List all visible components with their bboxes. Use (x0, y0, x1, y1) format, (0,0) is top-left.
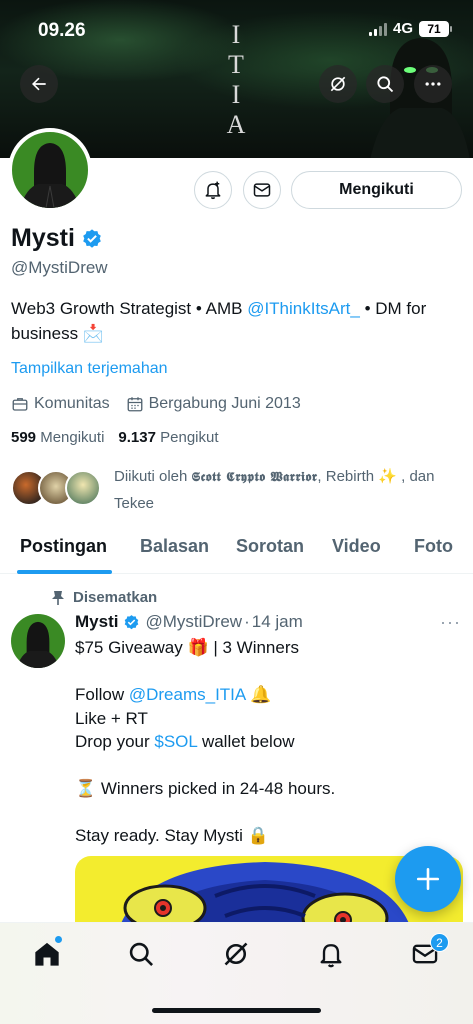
more-options-button[interactable] (414, 65, 452, 103)
followed-by-row[interactable]: Diikuti oleh 𝕾𝖈𝖔𝖙𝖙 𝕮𝖗𝖞𝖕𝖙𝖔 𝖂𝖆𝖗𝖗𝖎𝖔𝖗, Rebir… (11, 464, 466, 517)
search-button[interactable] (366, 65, 404, 103)
envelope-icon (253, 183, 271, 197)
followers-count-link[interactable]: 9.137 Pengikut (118, 429, 218, 446)
battery-icon: 71 (419, 20, 452, 37)
bio-mention-link[interactable]: @IThinkItsArt_ (247, 299, 360, 318)
home-unread-dot (55, 936, 62, 943)
message-button[interactable] (243, 171, 281, 209)
back-button[interactable] (20, 65, 58, 103)
status-bar: 09.26 4G 71 (0, 0, 473, 58)
home-indicator (152, 1008, 321, 1013)
search-icon (129, 942, 153, 966)
nav-search[interactable] (124, 937, 158, 971)
nav-home[interactable] (30, 936, 64, 971)
home-icon (35, 942, 59, 966)
tweet-author-handle[interactable]: @MystiDrew (145, 612, 242, 632)
bio-text: Web3 Growth Strategist • AMB (11, 299, 248, 318)
tab-video[interactable]: Video (332, 536, 381, 557)
tweet-timestamp[interactable]: 14 jam (252, 612, 303, 632)
status-time: 09.26 (38, 20, 86, 41)
signal-icon (368, 22, 387, 36)
grok-icon (330, 76, 346, 92)
profile-handle: @MystiDrew (11, 258, 108, 277)
active-tab-indicator (17, 570, 112, 574)
network-type: 4G (392, 20, 413, 37)
tab-highlights[interactable]: Sorotan (236, 536, 304, 557)
notifications-toggle-button[interactable] (194, 171, 232, 209)
messages-badge: 2 (430, 933, 449, 952)
tweet-header: Mysti @MystiDrew · 14 jam (75, 612, 303, 632)
profile-meta: Komunitas Bergabung Juni 2013 (11, 395, 317, 413)
tweet-line: Follow @Dreams_ITIA 🔔 (75, 685, 272, 704)
tweet-mention-link[interactable]: @Dreams_ITIA (129, 685, 245, 704)
verified-badge-icon (125, 614, 139, 629)
profile-tabs: Postingan Balasan Sorotan Video Foto (0, 526, 473, 574)
bell-plus-icon (205, 181, 221, 200)
tweet-separator: · (244, 612, 250, 631)
category-item: Komunitas (11, 395, 110, 413)
tweet-more-button[interactable]: ··· (440, 612, 461, 633)
translate-bio-link[interactable]: Tampilkan terjemahan (11, 360, 168, 378)
tweet-blank-line (75, 754, 465, 778)
follow-counts: 599 Mengikuti 9.137 Pengikut (11, 429, 219, 446)
nav-grok[interactable] (219, 937, 253, 971)
tab-photos[interactable]: Foto (414, 536, 453, 557)
calendar-icon (127, 397, 143, 412)
hooded-figure-icon (16, 621, 60, 668)
arrow-left-icon (32, 77, 46, 91)
verified-badge-icon (83, 228, 101, 248)
bell-icon (320, 944, 342, 968)
tweet-line: Like + RT (75, 708, 148, 728)
following-count-link[interactable]: 599 Mengikuti (11, 429, 104, 446)
tweet-cashtag-link[interactable]: $SOL (154, 732, 197, 751)
tweet-line: Drop your $SOL wallet below (75, 732, 295, 751)
profile-bio: Web3 Growth Strategist • AMB @IThinkItsA… (11, 296, 466, 346)
tweet-blank-line (75, 660, 465, 684)
tweet-text: $75 Giveaway 🎁 | 3 Winners Follow @Dream… (75, 636, 465, 848)
plus-icon (416, 867, 440, 891)
joined-item: Bergabung Juni 2013 (126, 395, 301, 413)
more-dots-icon (425, 82, 441, 86)
pinned-label: Disematkan (51, 589, 157, 606)
grok-button[interactable] (319, 65, 357, 103)
nav-messages[interactable]: 2 (408, 933, 449, 971)
tweet-line: $75 Giveaway 🎁 | 3 Winners (75, 638, 300, 657)
followed-by-text: Diikuti oleh 𝕾𝖈𝖔𝖙𝖙 𝕮𝖗𝖞𝖕𝖙𝖔 𝖂𝖆𝖗𝖗𝖎𝖔𝖗, Rebir… (114, 468, 435, 512)
briefcase-icon (12, 398, 28, 411)
tweet-author-name[interactable]: Mysti (75, 612, 118, 632)
pin-icon (52, 590, 64, 605)
display-name: Mysti (11, 224, 75, 252)
profile-avatar[interactable] (8, 128, 92, 212)
tab-posts[interactable]: Postingan (20, 536, 107, 557)
grok-icon (224, 942, 248, 966)
tweet-blank-line (75, 801, 465, 825)
followed-by-avatars (11, 464, 106, 508)
hooded-figure-icon (20, 143, 80, 208)
follower-avatar (65, 470, 101, 506)
nav-notifications[interactable] (314, 937, 348, 971)
search-icon (377, 76, 394, 93)
tweet-author-avatar[interactable] (11, 614, 65, 668)
tweet-line: ⏳ Winners picked in 24-48 hours. (75, 779, 336, 798)
following-button[interactable]: Mengikuti (291, 171, 462, 209)
compose-post-button[interactable] (395, 846, 461, 912)
tab-replies[interactable]: Balasan (140, 536, 209, 557)
tweet-line: Stay ready. Stay Mysti 🔒 (75, 826, 269, 845)
